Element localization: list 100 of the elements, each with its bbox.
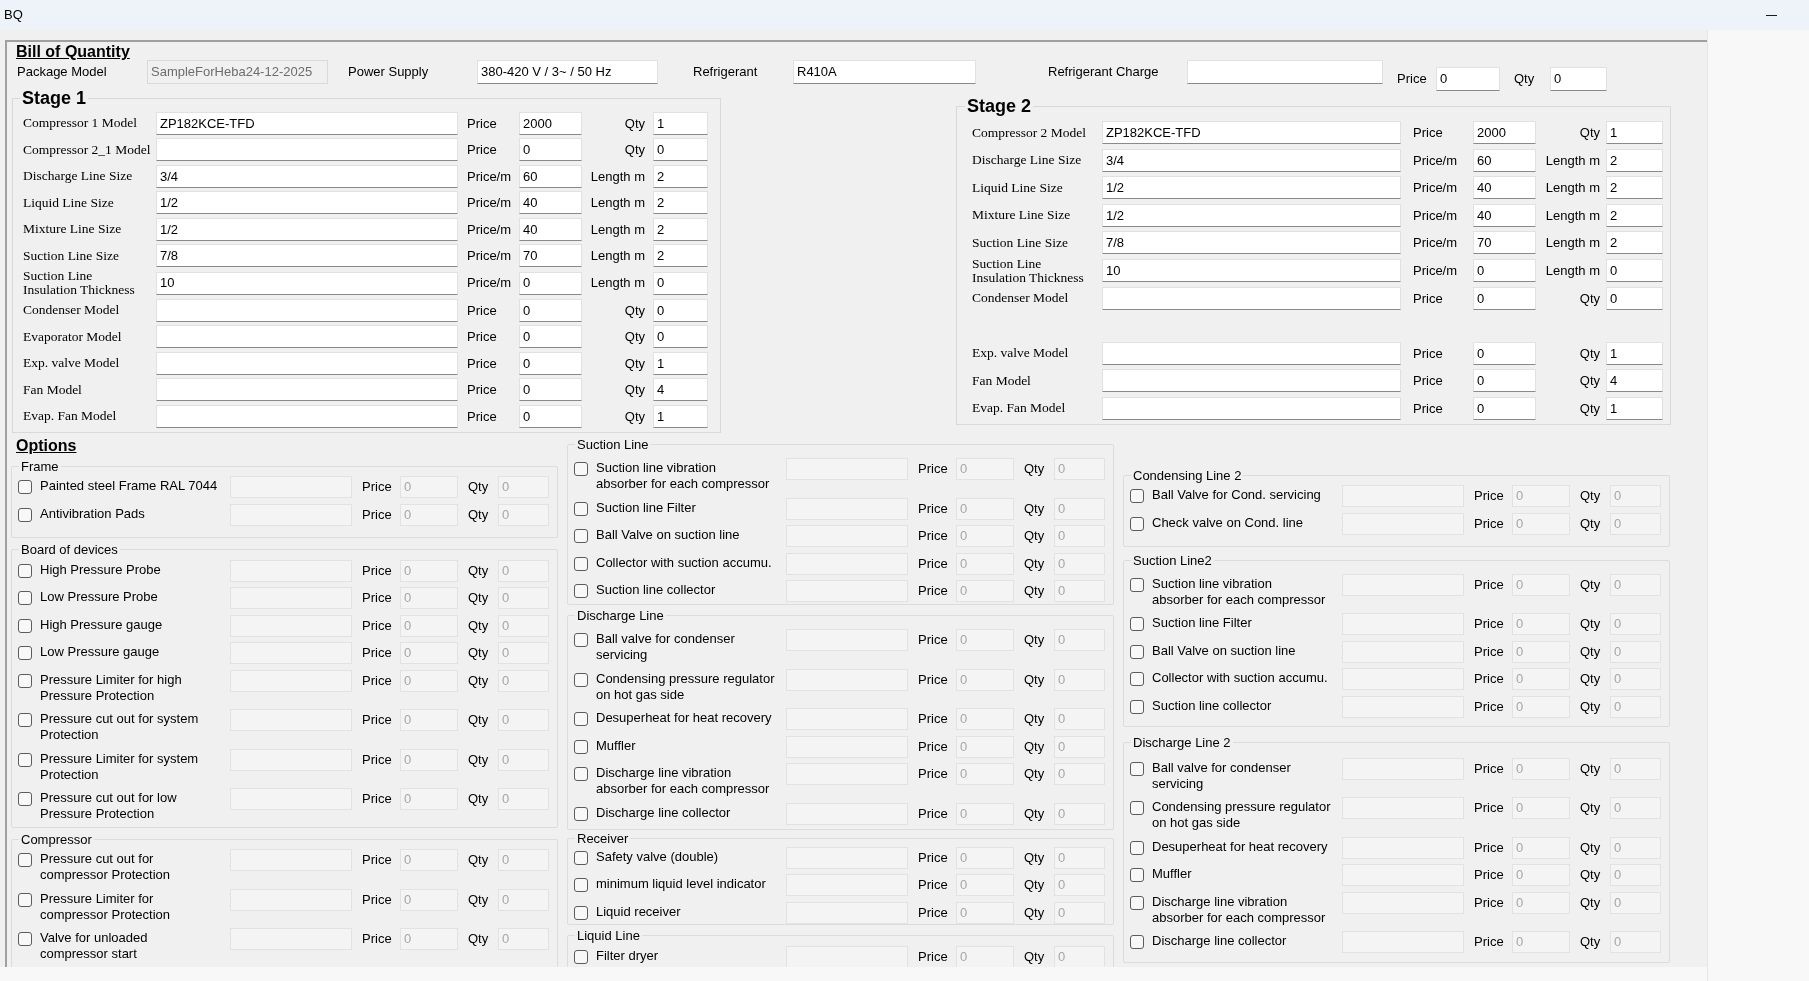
quantity-field[interactable]: 1 — [1606, 121, 1663, 145]
model-field[interactable]: 1/2 — [156, 191, 458, 215]
price-field[interactable]: 0 — [1473, 286, 1536, 310]
price-field[interactable]: 0 — [519, 351, 582, 375]
model-field[interactable] — [1102, 341, 1401, 365]
model-field[interactable] — [1102, 286, 1401, 310]
price-field[interactable]: 0 — [519, 378, 582, 402]
price-field[interactable]: 0 — [1473, 369, 1536, 393]
price-field[interactable]: 70 — [1473, 231, 1536, 255]
price-field[interactable]: 40 — [519, 191, 582, 215]
price-field[interactable]: 0 — [1473, 259, 1536, 282]
price-field[interactable]: 60 — [519, 164, 582, 188]
quantity-field[interactable]: 0 — [1606, 286, 1663, 310]
text-field[interactable]: R410A — [793, 60, 976, 84]
panel-title: Stage 2 — [966, 98, 1033, 115]
row-label: Compressor 2 Model — [972, 125, 1086, 140]
field-label: Price — [362, 750, 392, 769]
field-label: Qty — [1580, 799, 1601, 818]
quantity-field[interactable]: 2 — [1606, 148, 1663, 172]
quantity-field[interactable]: 0 — [1550, 67, 1607, 91]
price-field[interactable]: 2000 — [1473, 121, 1536, 145]
text-field[interactable] — [1187, 60, 1383, 84]
field-label: Price — [467, 381, 497, 399]
field-label: Qty — [468, 890, 489, 909]
group-title: Discharge Line — [576, 608, 665, 623]
field-label: Length m — [1545, 151, 1600, 170]
model-field[interactable]: 3/4 — [1102, 148, 1401, 172]
model-field[interactable]: ZP182KCE-TFD — [1102, 121, 1401, 145]
field-label: Price — [918, 670, 948, 689]
quantity-field[interactable]: 2 — [653, 191, 708, 215]
model-field[interactable] — [156, 298, 458, 322]
field-label: Price — [1474, 670, 1504, 689]
field-label: Price — [918, 848, 948, 867]
row-label: Fan Model — [23, 382, 82, 397]
model-field[interactable]: 10 — [1102, 259, 1401, 282]
price-field[interactable]: 0 — [519, 298, 582, 322]
model-field[interactable]: 7/8 — [156, 244, 458, 268]
field-label: Length m — [590, 274, 645, 293]
field-label: Qty — [1579, 344, 1600, 363]
price-field[interactable]: 0 — [519, 138, 582, 162]
model-field[interactable]: ZP182KCE-TFD — [156, 111, 458, 135]
field-label: Qty — [1580, 670, 1601, 689]
model-field[interactable]: 1/2 — [156, 217, 458, 241]
field-label: Qty — [468, 851, 489, 870]
checkbox-label: Discharge line vibration absorber for each compressor — [596, 765, 770, 797]
model-field[interactable]: 10 — [156, 271, 458, 295]
group-title: Condensing Line 2 — [1132, 468, 1243, 483]
model-field[interactable]: 7/8 — [1102, 231, 1401, 255]
model-field[interactable] — [156, 325, 458, 349]
price-field[interactable]: 0 — [1473, 341, 1536, 365]
model-field[interactable]: 1/2 — [1102, 176, 1401, 200]
quantity-field[interactable]: 1 — [653, 404, 708, 428]
field-label: Qty — [468, 589, 489, 608]
price-field[interactable]: 60 — [1473, 148, 1536, 172]
checkbox-label: Low Pressure Probe — [40, 589, 158, 605]
field-label: Qty — [1579, 289, 1600, 308]
model-field[interactable] — [1102, 396, 1401, 420]
checkbox-label: Suction line Filter — [596, 499, 696, 516]
field-label: Qty — [624, 354, 645, 373]
field-label: Price — [1413, 399, 1443, 418]
model-field[interactable] — [156, 351, 458, 375]
price-field[interactable]: 40 — [519, 217, 582, 241]
model-field[interactable]: 1/2 — [1102, 203, 1401, 227]
price-field[interactable]: 40 — [1473, 203, 1536, 227]
field-label: Price — [362, 930, 392, 949]
model-field[interactable]: 3/4 — [156, 164, 458, 188]
quantity-field[interactable]: 1 — [653, 111, 708, 135]
price-field[interactable]: 0 — [519, 271, 582, 295]
model-field[interactable] — [156, 138, 458, 162]
quantity-field[interactable]: 2 — [653, 244, 708, 268]
field-label: Price — [362, 671, 392, 690]
text-field[interactable]: 380-420 V / 3~ / 50 Hz — [477, 60, 658, 84]
quantity-field[interactable]: 1 — [653, 351, 708, 375]
quantity-field[interactable]: 2 — [1606, 176, 1663, 200]
price-field[interactable]: 40 — [1473, 176, 1536, 200]
field-label: Qty — [1024, 527, 1045, 546]
field-label: Price — [918, 460, 948, 479]
quantity-field[interactable]: 0 — [653, 138, 708, 162]
quantity-field[interactable]: 1 — [1606, 341, 1663, 365]
quantity-field[interactable]: 2 — [1606, 231, 1663, 255]
price-field[interactable]: 0 — [519, 325, 582, 349]
quantity-field[interactable]: 4 — [653, 378, 708, 402]
quantity-field[interactable]: 1 — [1606, 396, 1663, 420]
price-field[interactable]: 0 — [519, 404, 582, 428]
quantity-field[interactable]: 0 — [653, 298, 708, 322]
price-field[interactable]: 70 — [519, 244, 582, 268]
model-field[interactable] — [1102, 369, 1401, 393]
model-field[interactable] — [156, 378, 458, 402]
price-field[interactable]: 0 — [1473, 396, 1536, 420]
price-field[interactable]: 2000 — [519, 111, 582, 135]
price-field[interactable]: 0 — [1436, 67, 1500, 91]
quantity-field[interactable]: 0 — [653, 271, 708, 295]
quantity-field[interactable]: 4 — [1606, 369, 1663, 393]
quantity-field[interactable]: 2 — [653, 164, 708, 188]
quantity-field[interactable]: 0 — [1606, 259, 1663, 282]
field-label: Qty — [624, 301, 645, 320]
model-field[interactable] — [156, 404, 458, 428]
quantity-field[interactable]: 2 — [1606, 203, 1663, 227]
quantity-field[interactable]: 0 — [653, 325, 708, 349]
quantity-field[interactable]: 2 — [653, 217, 708, 241]
